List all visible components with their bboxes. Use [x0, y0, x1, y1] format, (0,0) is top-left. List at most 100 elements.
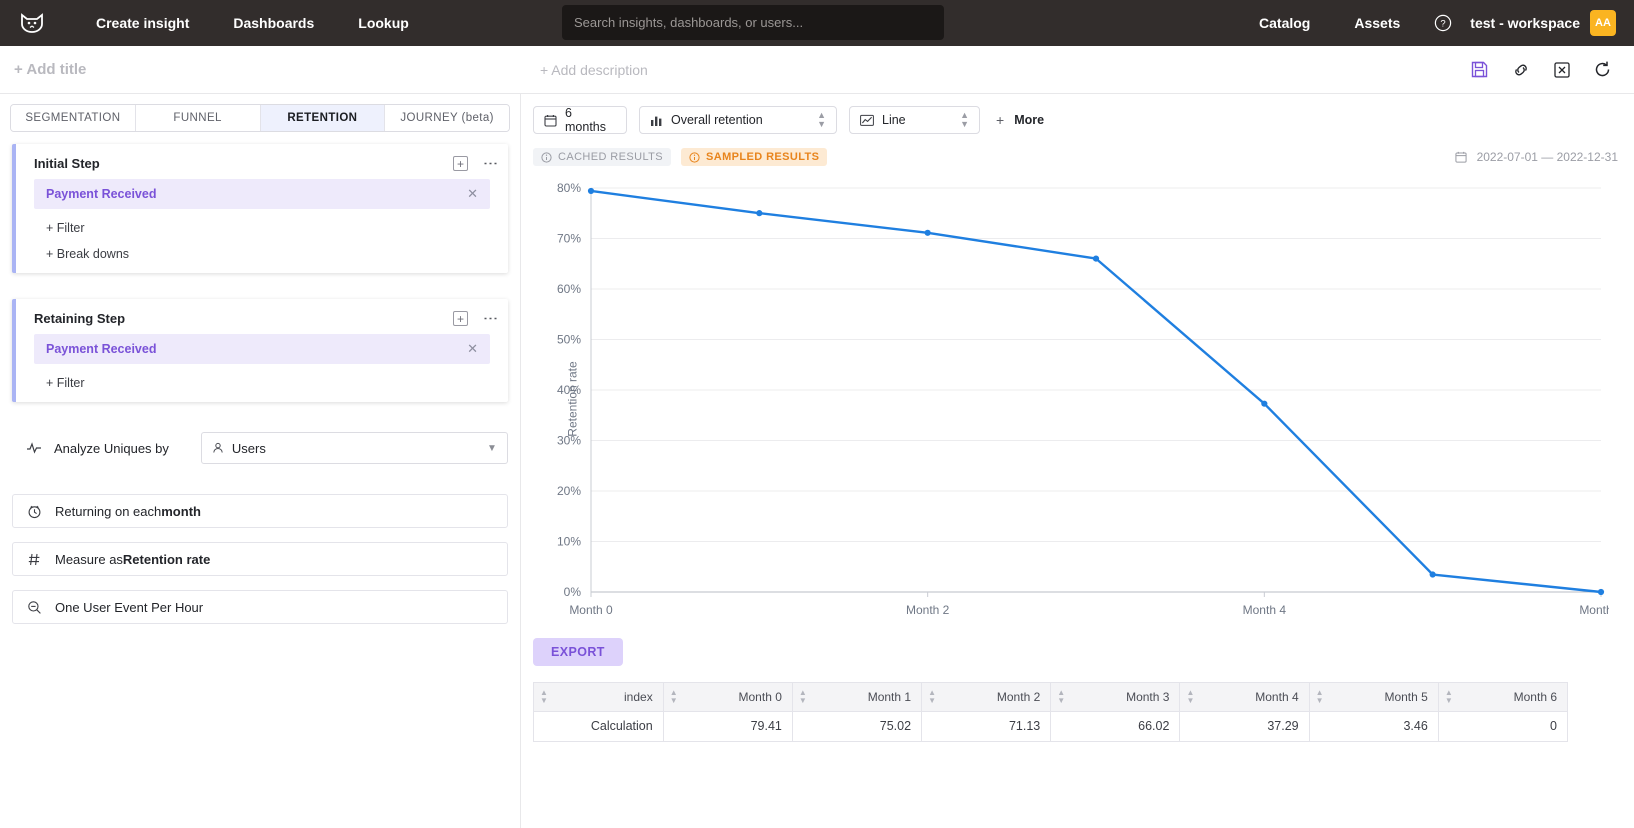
- data-point[interactable]: [1598, 589, 1604, 595]
- table-column-label: Month 6: [1514, 690, 1557, 704]
- top-navigation-bar: Create insight Dashboards Lookup Catalog…: [0, 0, 1634, 46]
- nav-link-lookup[interactable]: Lookup: [336, 15, 431, 31]
- date-range-control[interactable]: 6 months: [533, 106, 627, 134]
- analyze-uniques-select[interactable]: Users ▼: [201, 432, 508, 464]
- chart-svg[interactable]: 0%10%20%30%40%50%60%70%80%Month 0Month 2…: [529, 174, 1609, 624]
- stepper-icon[interactable]: ▲▼: [960, 111, 969, 129]
- viz-type-select[interactable]: Line ▲▼: [849, 106, 980, 134]
- retaining-step-title: Retaining Step: [34, 311, 125, 326]
- one-user-event-row[interactable]: One User Event Per Hour: [12, 590, 508, 624]
- workspace-name[interactable]: test - workspace: [1470, 15, 1580, 31]
- nav-link-catalog[interactable]: Catalog: [1237, 15, 1332, 31]
- retaining-step-event[interactable]: Payment Received ✕: [34, 334, 490, 364]
- table-column-header[interactable]: ▲▼ Month 3: [1051, 683, 1180, 711]
- primary-nav-links: Create insight Dashboards Lookup: [74, 15, 431, 31]
- retaining-step-add-filter[interactable]: + Filter: [16, 364, 508, 390]
- table-cell: 66.02: [1051, 711, 1180, 741]
- help-circle-icon[interactable]: ?: [1434, 14, 1452, 32]
- initial-step-event-label: Payment Received: [46, 187, 156, 201]
- nav-link-create-insight[interactable]: Create insight: [74, 15, 211, 31]
- remove-event-icon[interactable]: ✕: [467, 186, 478, 202]
- add-step-icon[interactable]: +: [453, 156, 468, 171]
- sort-icon[interactable]: ▲▼: [540, 689, 548, 705]
- close-box-icon[interactable]: [1553, 61, 1571, 79]
- table-column-header[interactable]: ▲▼ Month 0: [663, 683, 792, 711]
- result-date-range: 2022-07-01 — 2022-12-31: [1455, 150, 1618, 164]
- nav-right-group: Catalog Assets ? test - workspace AA: [1237, 10, 1616, 36]
- more-options-icon[interactable]: ⋮: [486, 156, 494, 171]
- table-column-label: Month 5: [1384, 690, 1427, 704]
- table-column-header[interactable]: ▲▼ Month 5: [1309, 683, 1438, 711]
- sort-icon[interactable]: ▲▼: [1057, 689, 1065, 705]
- one-user-event-label: One User Event Per Hour: [55, 600, 203, 615]
- analyze-uniques-row: Analyze Uniques by Users ▼: [12, 432, 508, 464]
- more-options-label: More: [1014, 113, 1044, 127]
- user-icon: [212, 442, 224, 454]
- export-button[interactable]: EXPORT: [533, 638, 623, 666]
- retaining-step-card: Retaining Step + ⋮ Payment Received ✕ + …: [12, 299, 508, 402]
- initial-step-add-breakdowns[interactable]: + Break downs: [16, 235, 508, 261]
- sort-icon[interactable]: ▲▼: [799, 689, 807, 705]
- sort-icon[interactable]: ▲▼: [1316, 689, 1324, 705]
- metric-select[interactable]: Overall retention ▲▼: [639, 106, 837, 134]
- x-tick-label: Month 6: [1579, 603, 1609, 617]
- table-column-label: Month 1: [868, 690, 911, 704]
- measure-as-row[interactable]: Measure as Retention rate: [12, 542, 508, 576]
- data-point[interactable]: [756, 210, 762, 216]
- link-icon[interactable]: [1511, 60, 1531, 80]
- add-description-button[interactable]: + Add description: [540, 62, 648, 78]
- date-range-label: 6 months: [565, 106, 616, 134]
- returning-on-each-row[interactable]: Returning on each month: [12, 494, 508, 528]
- sort-icon[interactable]: ▲▼: [1445, 689, 1453, 705]
- cached-results-label: CACHED RESULTS: [558, 151, 663, 163]
- nav-link-assets[interactable]: Assets: [1332, 15, 1422, 31]
- table-column-header[interactable]: ▲▼ Month 6: [1438, 683, 1567, 711]
- initial-step-event[interactable]: Payment Received ✕: [34, 179, 490, 209]
- sort-icon[interactable]: ▲▼: [928, 689, 936, 705]
- nav-link-dashboards[interactable]: Dashboards: [211, 15, 336, 31]
- tab-segmentation[interactable]: SEGMENTATION: [11, 105, 136, 131]
- data-point[interactable]: [588, 188, 594, 194]
- data-point[interactable]: [1430, 571, 1436, 577]
- data-point[interactable]: [1261, 401, 1267, 407]
- table-column-header[interactable]: ▲▼ Month 1: [792, 683, 921, 711]
- refresh-icon[interactable]: [1593, 60, 1612, 79]
- sort-icon[interactable]: ▲▼: [670, 689, 678, 705]
- sampled-results-label: SAMPLED RESULTS: [706, 151, 819, 163]
- add-step-icon[interactable]: +: [453, 311, 468, 326]
- tab-retention[interactable]: RETENTION: [261, 105, 386, 131]
- sampled-results-badge: SAMPLED RESULTS: [681, 148, 827, 166]
- tab-journey[interactable]: JOURNEY (beta): [385, 105, 509, 131]
- data-point[interactable]: [1093, 255, 1099, 261]
- global-search[interactable]: [562, 5, 944, 40]
- chevron-down-icon[interactable]: ▼: [487, 443, 497, 454]
- results-table-wrapper: ▲▼index▲▼Month 0▲▼Month 1▲▼Month 2▲▼Mont…: [533, 682, 1568, 742]
- more-options-button[interactable]: + More: [996, 112, 1044, 128]
- table-column-header[interactable]: ▲▼Month 2: [922, 683, 1051, 711]
- table-column-header[interactable]: ▲▼Month 4: [1180, 683, 1309, 711]
- remove-event-icon[interactable]: ✕: [467, 341, 478, 357]
- initial-step-header: Initial Step + ⋮: [16, 144, 508, 179]
- data-point[interactable]: [925, 230, 931, 236]
- table-column-header[interactable]: ▲▼index: [534, 683, 663, 711]
- line-chart-icon: [860, 114, 874, 127]
- more-options-icon[interactable]: ⋮: [486, 311, 494, 326]
- plus-icon: +: [996, 112, 1004, 128]
- results-table: ▲▼index▲▼Month 0▲▼Month 1▲▼Month 2▲▼Mont…: [534, 683, 1568, 741]
- x-tick-label: Month 4: [1243, 603, 1287, 617]
- tab-funnel[interactable]: FUNNEL: [136, 105, 261, 131]
- search-input[interactable]: [574, 15, 932, 30]
- initial-step-add-filter[interactable]: + Filter: [16, 209, 508, 235]
- table-column-label: Month 0: [739, 690, 782, 704]
- y-tick-label: 50%: [557, 333, 581, 347]
- table-column-label: Month 3: [1126, 690, 1169, 704]
- main-area: SEGMENTATION FUNNEL RETENTION JOURNEY (b…: [0, 94, 1634, 828]
- avatar[interactable]: AA: [1590, 10, 1616, 36]
- stepper-icon[interactable]: ▲▼: [817, 111, 826, 129]
- initial-step-card: Initial Step + ⋮ Payment Received ✕ + Fi…: [12, 144, 508, 273]
- save-icon[interactable]: [1470, 60, 1489, 79]
- add-title-button[interactable]: + Add title: [14, 61, 86, 78]
- cat-logo-icon[interactable]: [18, 9, 46, 37]
- sort-icon[interactable]: ▲▼: [1186, 689, 1194, 705]
- insight-config-sidebar: SEGMENTATION FUNNEL RETENTION JOURNEY (b…: [0, 94, 521, 828]
